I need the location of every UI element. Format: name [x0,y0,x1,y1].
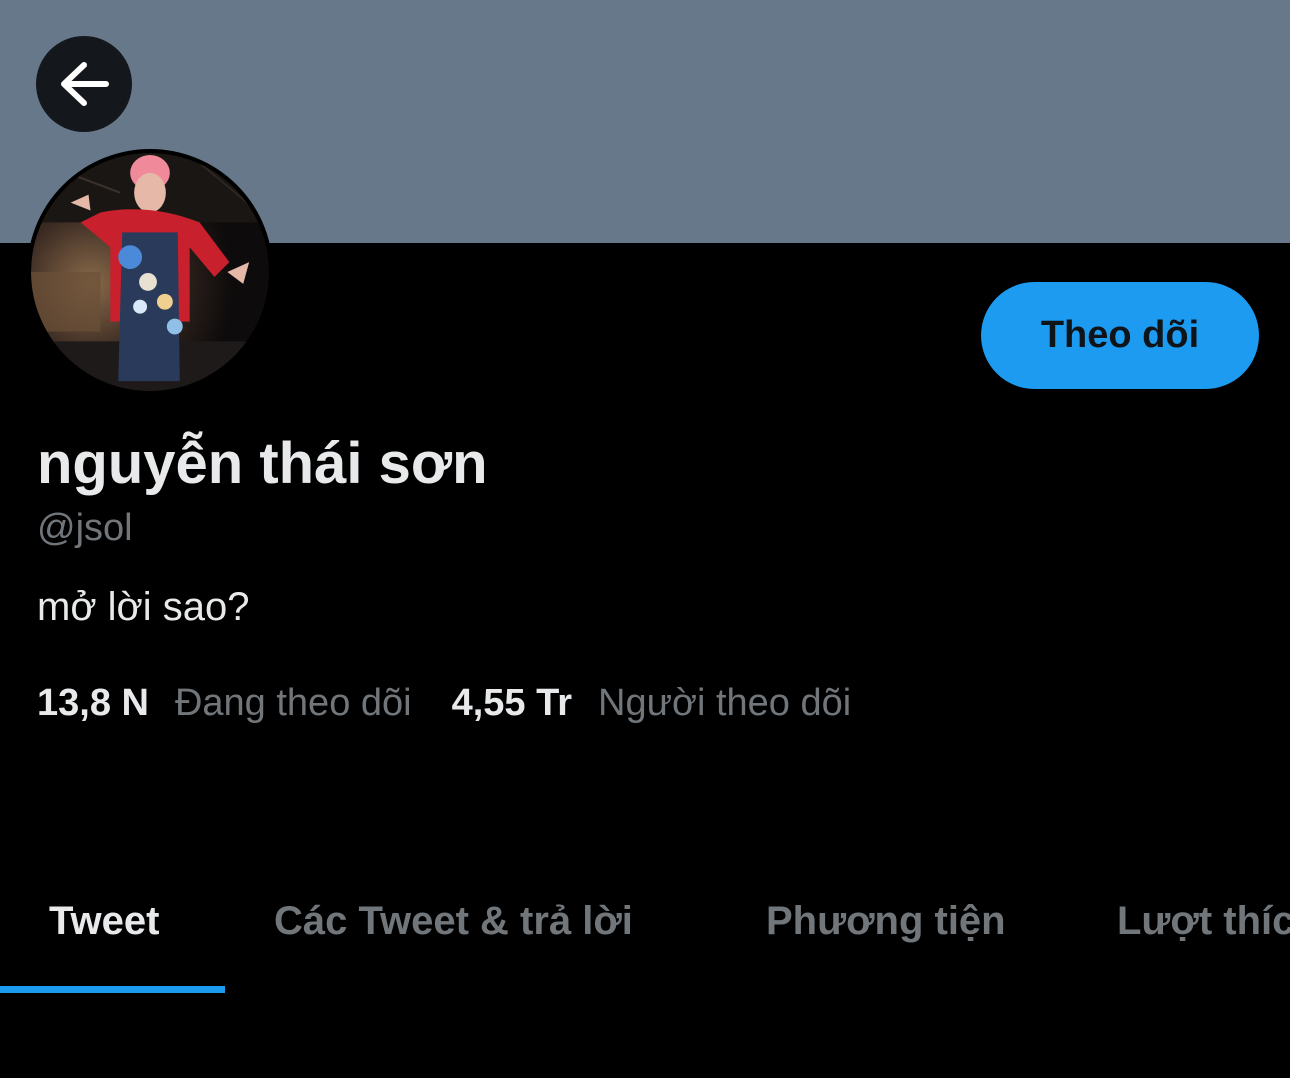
following-count: 13,8 N [37,682,149,724]
arrow-left-icon [58,61,110,107]
profile-tabs: Tweet Các Tweet & trả lời Phương tiện Lư… [0,848,1290,994]
following-stat[interactable]: 13,8 N Đang theo dõi [37,682,412,725]
active-tab-indicator [0,986,225,993]
followers-stat[interactable]: 4,55 Tr Người theo dõi [452,682,852,725]
tab-likes[interactable]: Lượt thích [1117,848,1290,994]
back-button[interactable] [36,36,132,132]
profile-page: Theo dõi nguyễn thái sơn @jsol mở lời sa… [0,0,1290,1078]
tab-tweets-and-replies[interactable]: Các Tweet & trả lời [274,848,633,994]
tab-media[interactable]: Phương tiện [766,848,1006,994]
follow-button[interactable]: Theo dõi [981,282,1259,389]
profile-stats: 13,8 N Đang theo dõi 4,55 Tr Người theo … [37,682,851,730]
followers-label: Người theo dõi [598,682,852,724]
followers-count: 4,55 Tr [451,682,573,724]
profile-handle: @jsol [37,507,133,549]
display-name: nguyễn thái sơn [37,431,488,496]
tab-tweets[interactable]: Tweet [49,848,159,994]
avatar[interactable] [27,149,273,395]
following-label: Đang theo dõi [174,682,412,724]
profile-bio: mở lời sao? [37,585,250,629]
